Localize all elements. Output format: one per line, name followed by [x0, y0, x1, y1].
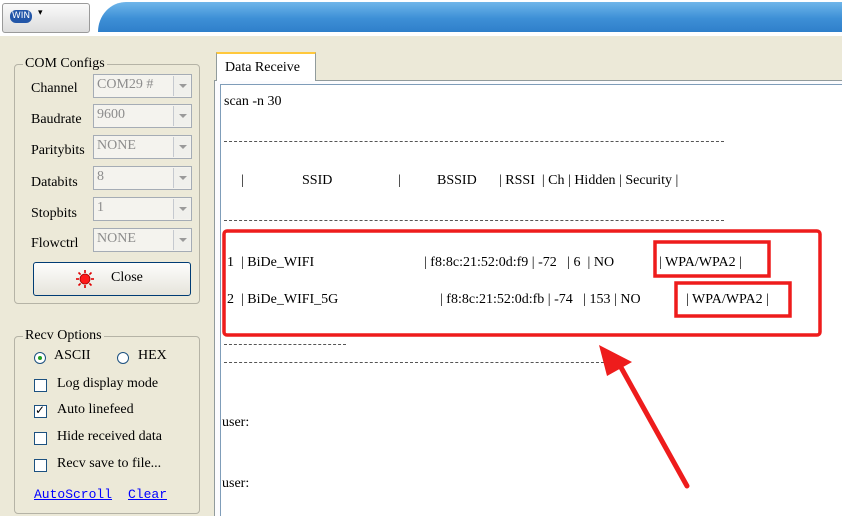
- security-highlight-box: [653, 240, 771, 278]
- security-highlight-box: [674, 281, 792, 318]
- annotation-overlay: [222, 229, 822, 489]
- pointer-arrow-icon: [599, 345, 690, 489]
